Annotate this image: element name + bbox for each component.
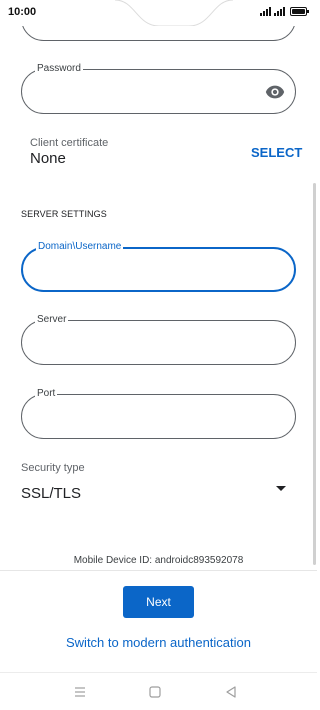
server-field[interactable]: Server [21, 313, 296, 365]
navigation-bar [0, 672, 317, 710]
password-input[interactable] [36, 82, 255, 102]
home-icon[interactable] [146, 683, 164, 701]
scrollbar[interactable] [313, 183, 316, 565]
security-type-dropdown[interactable]: SSL/TLS [21, 478, 296, 508]
security-type-value: SSL/TLS [21, 485, 82, 502]
signal-icon-2 [274, 7, 285, 16]
signal-icon [260, 7, 271, 16]
password-field[interactable]: Password [21, 62, 296, 114]
next-button[interactable]: Next [123, 586, 194, 618]
port-field[interactable]: Port [21, 387, 296, 439]
bottom-action-panel: Next Switch to modern authentication [0, 570, 317, 672]
status-time: 10:00 [8, 6, 37, 18]
security-type-label: Security type [21, 462, 85, 474]
domain-username-input[interactable] [37, 261, 254, 281]
status-bar: 10:00 [0, 0, 317, 26]
switch-modern-auth-link[interactable]: Switch to modern authentication [0, 635, 317, 650]
domain-username-label: Domain\Username [36, 240, 124, 254]
device-id: Mobile Device ID: androidc893592078 [73, 555, 244, 566]
status-icons [260, 7, 309, 16]
camera-notch [115, 0, 233, 26]
client-certificate-value: None [30, 150, 66, 167]
server-settings-heading: SERVER SETTINGS [21, 209, 107, 219]
username-field[interactable] [21, 26, 296, 41]
dropdown-arrow-icon [276, 486, 286, 491]
client-certificate-label: Client certificate [30, 137, 109, 149]
port-label: Port [35, 387, 58, 401]
port-input[interactable] [36, 407, 255, 427]
server-label: Server [35, 313, 69, 327]
domain-username-field[interactable]: Domain\Username [21, 240, 296, 292]
select-certificate-button[interactable]: SELECT [251, 145, 302, 160]
server-input[interactable] [36, 333, 255, 353]
password-label: Password [35, 62, 83, 76]
battery-icon [290, 7, 309, 16]
menu-icon[interactable] [71, 683, 89, 701]
back-icon[interactable] [222, 683, 240, 701]
eye-icon[interactable] [264, 81, 286, 103]
account-settings-form: Password Client certificate None SELECT … [0, 26, 317, 570]
